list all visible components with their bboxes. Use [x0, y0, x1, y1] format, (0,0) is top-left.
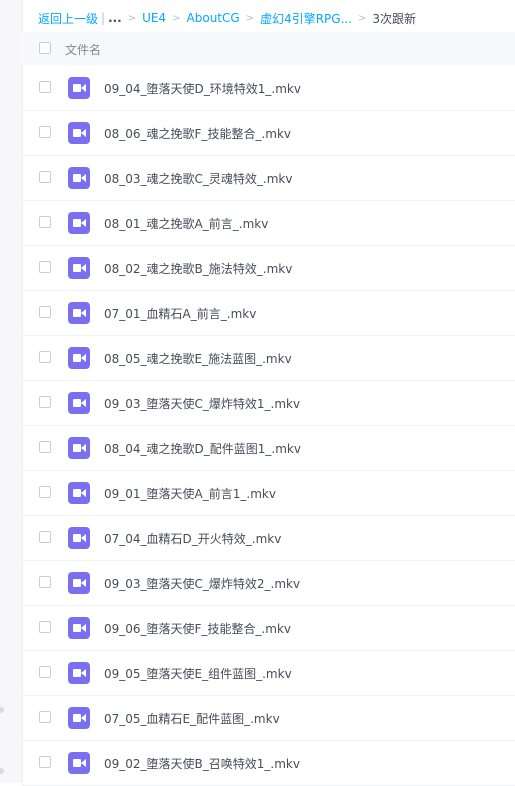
chevron-right-icon: >: [172, 12, 181, 24]
file-name[interactable]: 08_01_魂之挽歌A_前言_.mkv: [104, 215, 268, 232]
file-list: 09_04_堕落天使D_环境特效1_.mkv 08_06_魂之挽歌F_技能整合_.…: [22, 66, 515, 786]
file-row[interactable]: 09_04_堕落天使D_环境特效1_.mkv: [22, 66, 515, 111]
row-checkbox[interactable]: [39, 756, 51, 768]
file-row[interactable]: 07_05_血精石E_配件蓝图_.mkv: [22, 696, 515, 741]
breadcrumb-more[interactable]: ...: [108, 11, 122, 25]
file-name[interactable]: 09_03_堕落天使C_爆炸特效2_.mkv: [104, 575, 300, 592]
file-name[interactable]: 08_05_魂之挽歌E_施法蓝图_.mkv: [104, 350, 292, 367]
file-row[interactable]: 08_05_魂之挽歌E_施法蓝图_.mkv: [22, 336, 515, 381]
video-file-icon: [68, 77, 90, 99]
file-name[interactable]: 07_05_血精石E_配件蓝图_.mkv: [104, 710, 280, 727]
row-checkbox[interactable]: [39, 351, 51, 363]
file-name[interactable]: 09_01_堕落天使A_前言1_.mkv: [104, 485, 276, 502]
video-file-icon: [68, 617, 90, 639]
row-checkbox[interactable]: [39, 711, 51, 723]
file-name[interactable]: 07_04_血精石D_开火特效_.mkv: [104, 530, 281, 547]
video-file-icon: [68, 662, 90, 684]
video-file-icon: [68, 527, 90, 549]
video-file-icon: [68, 707, 90, 729]
file-row[interactable]: 08_06_魂之挽歌F_技能整合_.mkv: [22, 111, 515, 156]
video-file-icon: [68, 122, 90, 144]
select-all-checkbox[interactable]: [39, 42, 51, 54]
video-file-icon: [68, 437, 90, 459]
video-file-icon: [68, 167, 90, 189]
file-row[interactable]: 09_06_堕落天使F_技能整合_.mkv: [22, 606, 515, 651]
rail-scroll-dot[interactable]: [0, 768, 4, 774]
breadcrumb-back-link[interactable]: 返回上一级: [38, 10, 98, 27]
file-name[interactable]: 09_05_堕落天使E_组件蓝图_.mkv: [104, 665, 292, 682]
row-checkbox[interactable]: [39, 441, 51, 453]
file-row[interactable]: 08_04_魂之挽歌D_配件蓝图1_.mkv: [22, 426, 515, 471]
file-name[interactable]: 09_06_堕落天使F_技能整合_.mkv: [104, 620, 291, 637]
video-file-icon: [68, 752, 90, 774]
file-row[interactable]: 08_01_魂之挽歌A_前言_.mkv: [22, 201, 515, 246]
file-name[interactable]: 08_03_魂之挽歌C_灵魂特效_.mkv: [104, 170, 292, 187]
list-header: 文件名: [22, 32, 515, 65]
file-row[interactable]: 08_03_魂之挽歌C_灵魂特效_.mkv: [22, 156, 515, 201]
breadcrumb-item[interactable]: UE4: [142, 11, 166, 25]
file-row[interactable]: 09_02_堕落天使B_召唤特效1_.mkv: [22, 741, 515, 786]
file-name[interactable]: 07_01_血精石A_前言_.mkv: [104, 305, 256, 322]
row-checkbox[interactable]: [39, 666, 51, 678]
file-row[interactable]: 09_03_堕落天使C_爆炸特效2_.mkv: [22, 561, 515, 606]
breadcrumb-item[interactable]: AboutCG: [187, 11, 240, 25]
file-row[interactable]: 09_05_堕落天使E_组件蓝图_.mkv: [22, 651, 515, 696]
file-name[interactable]: 08_06_魂之挽歌F_技能整合_.mkv: [104, 125, 291, 142]
video-file-icon: [68, 572, 90, 594]
video-file-icon: [68, 392, 90, 414]
breadcrumb: 返回上一级 | ... > UE4 > AboutCG > 虚幻4引擎RPG..…: [38, 9, 515, 27]
rail-scroll-dot[interactable]: [0, 707, 4, 713]
row-checkbox[interactable]: [39, 216, 51, 228]
file-row[interactable]: 08_02_魂之挽歌B_施法特效_.mkv: [22, 246, 515, 291]
chevron-right-icon: >: [245, 12, 255, 24]
file-name[interactable]: 08_02_魂之挽歌B_施法特效_.mkv: [104, 260, 292, 277]
row-checkbox[interactable]: [39, 306, 51, 318]
file-name[interactable]: 09_04_堕落天使D_环境特效1_.mkv: [104, 80, 301, 97]
row-checkbox[interactable]: [39, 261, 51, 273]
column-header-filename[interactable]: 文件名: [65, 41, 101, 58]
left-sidebar-rail: [0, 0, 23, 783]
file-row[interactable]: 07_01_血精石A_前言_.mkv: [22, 291, 515, 336]
video-file-icon: [68, 212, 90, 234]
file-row[interactable]: 07_04_血精石D_开火特效_.mkv: [22, 516, 515, 561]
file-name[interactable]: 09_02_堕落天使B_召唤特效1_.mkv: [104, 755, 300, 772]
row-checkbox[interactable]: [39, 576, 51, 588]
video-file-icon: [68, 257, 90, 279]
video-file-icon: [68, 482, 90, 504]
file-browser: 返回上一级 | ... > UE4 > AboutCG > 虚幻4引擎RPG..…: [22, 0, 515, 786]
chevron-right-icon: >: [358, 12, 367, 24]
row-checkbox[interactable]: [39, 486, 51, 498]
breadcrumb-item[interactable]: 虚幻4引擎RPG...: [260, 10, 352, 27]
file-name[interactable]: 09_03_堕落天使C_爆炸特效1_.mkv: [104, 395, 300, 412]
video-file-icon: [68, 302, 90, 324]
video-file-icon: [68, 347, 90, 369]
chevron-right-icon: >: [127, 12, 137, 24]
row-checkbox[interactable]: [39, 171, 51, 183]
row-checkbox[interactable]: [39, 81, 51, 93]
breadcrumb-current: 3次跟新: [372, 11, 417, 26]
file-row[interactable]: 09_03_堕落天使C_爆炸特效1_.mkv: [22, 381, 515, 426]
row-checkbox[interactable]: [39, 621, 51, 633]
row-checkbox[interactable]: [39, 531, 51, 543]
row-checkbox[interactable]: [39, 396, 51, 408]
row-checkbox[interactable]: [39, 126, 51, 138]
file-name[interactable]: 08_04_魂之挽歌D_配件蓝图1_.mkv: [104, 440, 301, 457]
file-row[interactable]: 09_01_堕落天使A_前言1_.mkv: [22, 471, 515, 516]
breadcrumb-divider: |: [101, 11, 106, 25]
